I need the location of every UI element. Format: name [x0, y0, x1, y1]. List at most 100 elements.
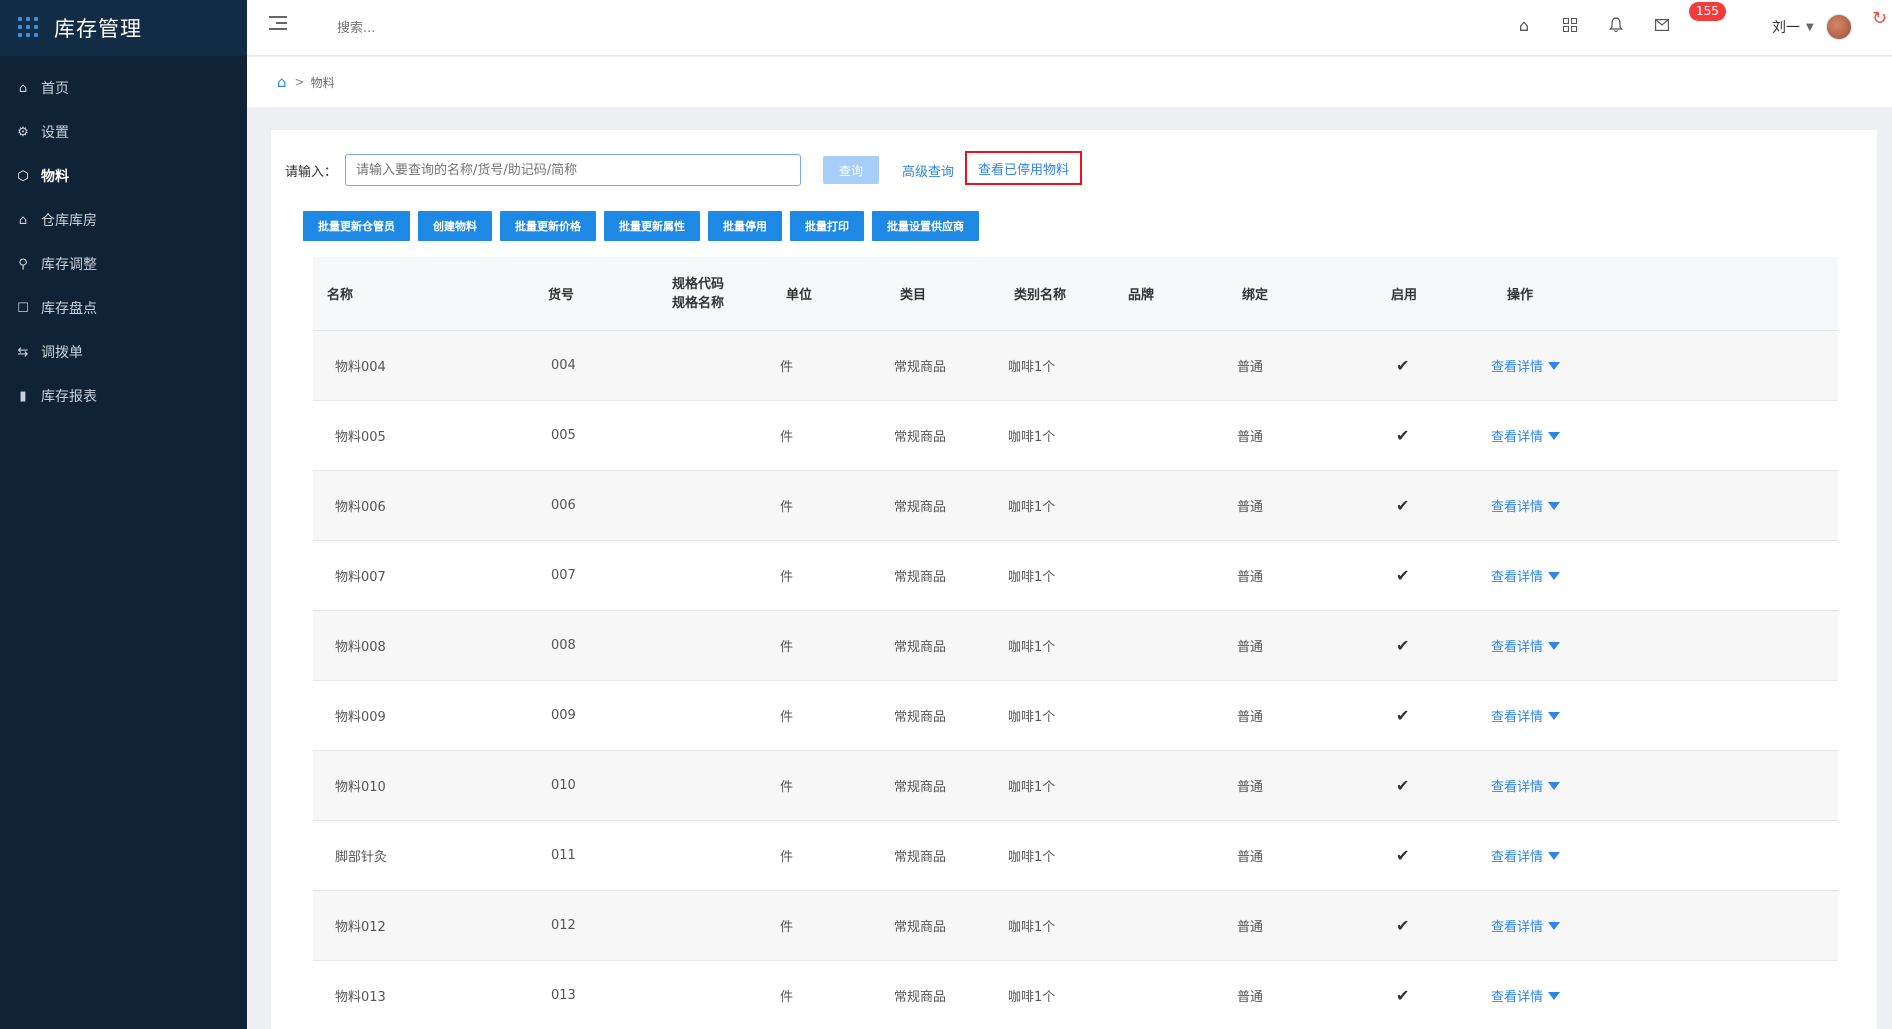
enabled-check-icon: ✔ [1396, 496, 1410, 515]
cell-category-name: 咖啡1个 [1008, 850, 1056, 865]
view-details-link[interactable]: 查看详情 [1491, 401, 1561, 470]
cell-category: 常规商品 [894, 920, 947, 935]
sidebar-item[interactable]: ⬡ 物料 [0, 154, 247, 198]
header-spec: 规格代码 规格名称 [672, 275, 724, 313]
cell-category-name: 咖啡1个 [1008, 570, 1056, 585]
query-label: 请输入： [285, 164, 338, 180]
cell-category-name: 咖啡1个 [1008, 990, 1056, 1005]
cell-binding: 普通 [1237, 500, 1264, 515]
sidebar-item[interactable]: ⚲ 库存调整 [0, 242, 247, 286]
sidebar-item[interactable]: ⌂ 仓库库房 [0, 198, 247, 242]
refresh-icon[interactable]: ↻ [1872, 8, 1887, 29]
view-details-link[interactable]: 查看详情 [1491, 471, 1561, 540]
table-row[interactable]: 物料007 007 件 常规商品 咖啡1个 普通 ✔ 查看详情 [313, 541, 1838, 611]
table-row[interactable]: 物料012 012 件 常规商品 咖啡1个 普通 ✔ 查看详情 [313, 891, 1838, 961]
cell-code: 008 [551, 638, 576, 653]
table-row[interactable]: 物料004 004 件 常规商品 咖啡1个 普通 ✔ 查看详情 [313, 331, 1838, 401]
sidebar-item-label: 设置 [41, 125, 69, 141]
header-unit: 单位 [786, 288, 813, 303]
mail-icon[interactable] [1651, 14, 1673, 36]
home-icon[interactable]: ⌂ [1513, 14, 1535, 36]
sidebar-item[interactable]: ⌂ 首页 [0, 66, 247, 110]
cell-category-name: 咖啡1个 [1008, 360, 1056, 375]
sidebar: 库存管理 ⌂ 首页 ⚙ 设置 ⬡ 物料 ⌂ 仓库库房 ⚲ 库存调整 ☐ 库存盘点 ⇆ 调拨单 ▮ 库存报表 [0, 0, 247, 1029]
user-name: 刘一 [1772, 20, 1800, 36]
advanced-query-link[interactable]: 高级查询 [902, 161, 954, 180]
caret-down-icon [1548, 641, 1561, 650]
cell-binding: 普通 [1237, 570, 1264, 585]
cell-code: 004 [551, 358, 576, 373]
batch-button[interactable]: 创建物料 [418, 211, 492, 241]
table-body: 物料004 004 件常规商品 咖啡1个 普通 ✔ 查看详情 物料005 005 件常规商品 咖啡1… [313, 331, 1838, 1029]
sidebar-item[interactable]: ▮ 库存报表 [0, 374, 247, 418]
enabled-check-icon: ✔ [1396, 426, 1410, 445]
cell-code: 013 [551, 988, 576, 1003]
sidebar-item[interactable]: ⚙ 设置 [0, 110, 247, 154]
box-icon: ⬡ [17, 168, 29, 184]
global-search-input[interactable] [337, 16, 537, 40]
batch-button[interactable]: 批量更新仓管员 [303, 211, 410, 241]
header-category: 类目 [900, 288, 927, 303]
view-details-link[interactable]: 查看详情 [1491, 331, 1561, 400]
cell-binding: 普通 [1237, 360, 1264, 375]
bar-chart-icon: ▮ [19, 388, 27, 404]
view-details-link[interactable]: 查看详情 [1491, 961, 1561, 1029]
apps-grid-icon[interactable] [18, 17, 40, 39]
menu-toggle-icon[interactable] [269, 16, 287, 32]
batch-button[interactable]: 批量停用 [708, 211, 782, 241]
sidebar-nav: ⌂ 首页 ⚙ 设置 ⬡ 物料 ⌂ 仓库库房 ⚲ 库存调整 ☐ 库存盘点 ⇆ 调拨单 ▮ 库存报表 [0, 66, 247, 418]
view-details-link[interactable]: 查看详情 [1491, 681, 1561, 750]
bell-icon[interactable] [1605, 14, 1627, 36]
sidebar-item[interactable]: ☐ 库存盘点 [0, 286, 247, 330]
batch-button[interactable]: 批量更新价格 [500, 211, 596, 241]
cell-binding: 普通 [1237, 850, 1264, 865]
view-details-label: 查看详情 [1491, 500, 1544, 515]
cell-unit: 件 [780, 920, 794, 935]
cell-name: 物料006 [335, 500, 386, 515]
cell-unit: 件 [780, 500, 794, 515]
cell-binding: 普通 [1237, 780, 1264, 795]
cell-name: 物料010 [335, 780, 386, 795]
apps-icon[interactable] [1559, 14, 1581, 36]
header-spec-code: 规格代码 [672, 276, 725, 292]
header-category-name: 类别名称 [1014, 288, 1067, 303]
batch-button[interactable]: 批量更新属性 [604, 211, 700, 241]
sidebar-item[interactable]: ⇆ 调拨单 [0, 330, 247, 374]
cell-category-name: 咖啡1个 [1008, 640, 1056, 655]
cell-binding: 普通 [1237, 710, 1264, 725]
batch-button[interactable]: 批量设置供应商 [872, 211, 979, 241]
cell-unit: 件 [780, 570, 794, 585]
enabled-check-icon: ✔ [1396, 356, 1410, 375]
table-row[interactable]: 物料009 009 件 常规商品 咖啡1个 普通 ✔ 查看详情 [313, 681, 1838, 751]
cell-code: 010 [551, 778, 576, 793]
cell-name: 物料013 [335, 990, 386, 1005]
material-panel: 请输入： 查询 高级查询 查看已停用物料 批量更新仓管员创建物料批量更新价格批量… [271, 130, 1877, 1029]
table-row[interactable]: 物料013 013 件 常规商品 咖啡1个 普通 ✔ 查看详情 [313, 961, 1838, 1029]
enabled-check-icon: ✔ [1396, 566, 1410, 585]
table-row[interactable]: 脚部针灸 011 件 常规商品 咖啡1个 普通 ✔ 查看详情 [313, 821, 1838, 891]
table-row[interactable]: 物料008 008 件 常规商品 咖啡1个 普通 ✔ 查看详情 [313, 611, 1838, 681]
view-details-link[interactable]: 查看详情 [1491, 541, 1561, 610]
user-menu[interactable]: 刘一 ▼ [1772, 14, 1852, 40]
sidebar-item-label: 库存调整 [41, 257, 97, 273]
cell-code: 005 [551, 428, 576, 443]
view-stopped-materials-link[interactable]: 查看已停用物料 [965, 151, 1083, 185]
table-row[interactable]: 物料005 005 件 常规商品 咖啡1个 普通 ✔ 查看详情 [313, 401, 1838, 471]
batch-button[interactable]: 批量打印 [790, 211, 864, 241]
table-row[interactable]: 物料006 006 件 常规商品 咖啡1个 普通 ✔ 查看详情 [313, 471, 1838, 541]
sidebar-item-label: 物料 [41, 169, 69, 185]
view-details-link[interactable]: 查看详情 [1491, 611, 1561, 680]
view-details-link[interactable]: 查看详情 [1491, 891, 1561, 960]
view-details-link[interactable]: 查看详情 [1491, 821, 1561, 890]
notification-badge: 155 [1689, 2, 1726, 21]
search-input[interactable] [345, 154, 802, 186]
cell-name: 物料008 [335, 640, 386, 655]
home-icon[interactable]: ⌂ [277, 73, 287, 91]
view-details-link[interactable]: 查看详情 [1491, 751, 1561, 820]
avatar[interactable] [1825, 14, 1852, 40]
cell-binding: 普通 [1237, 920, 1264, 935]
cell-name: 物料012 [335, 920, 386, 935]
query-button[interactable]: 查询 [823, 156, 879, 184]
caret-down-icon [1548, 991, 1561, 1000]
table-row[interactable]: 物料010 010 件 常规商品 咖啡1个 普通 ✔ 查看详情 [313, 751, 1838, 821]
